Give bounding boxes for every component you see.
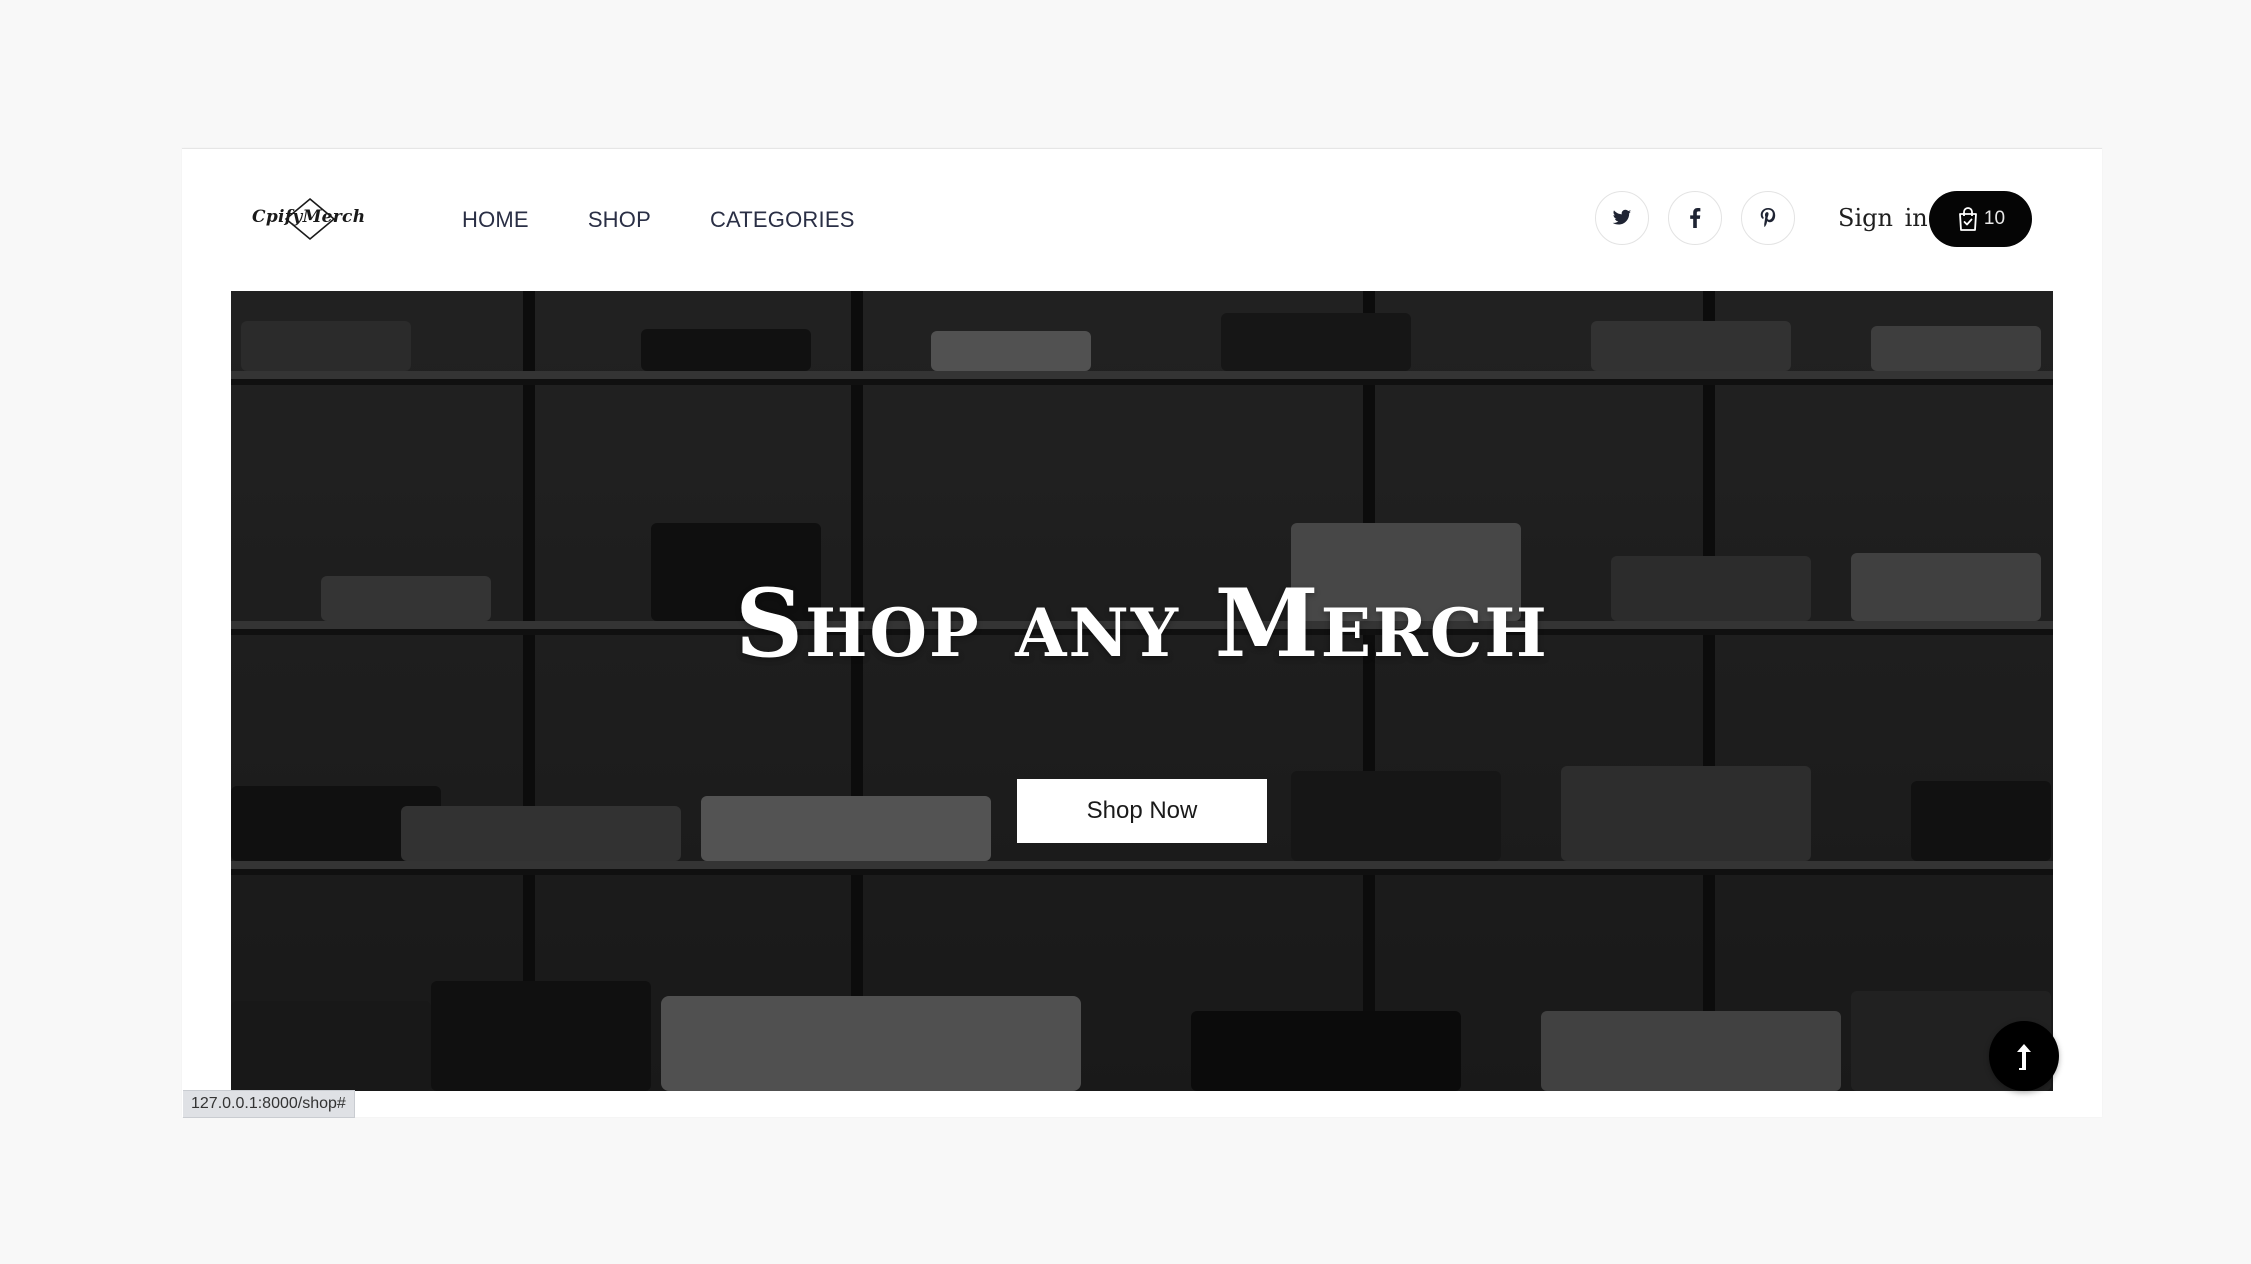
nav-home[interactable]: HOME [462,207,529,233]
cart-button[interactable]: 10 [1929,191,2032,247]
cart-count-badge: 10 [1983,208,2006,229]
facebook-icon [1690,208,1701,228]
scroll-to-top-button[interactable] [1989,1021,2059,1091]
shopping-bag-icon [1959,207,1977,231]
nav-shop[interactable]: SHOP [588,207,651,233]
shop-now-button[interactable]: Shop Now [1017,779,1267,843]
status-bar-url: 127.0.0.1:8000/shop# [183,1090,355,1118]
hero-title: Shop any Merch [735,569,1549,679]
browser-viewport: CpifyMerch HOME SHOP CATEGORIES Sign in … [182,148,2102,1118]
site-logo[interactable]: CpifyMerch [252,197,365,241]
pinterest-button[interactable] [1741,191,1795,245]
facebook-button[interactable] [1668,191,1722,245]
pinterest-icon [1760,208,1776,228]
hero-background-image [231,291,2053,1091]
twitter-button[interactable] [1595,191,1649,245]
main-nav: HOME SHOP CATEGORIES [462,207,914,233]
hero-banner: Shop any Merch Shop Now [231,291,2053,1091]
sign-in-link[interactable]: Sign in [1838,204,1928,232]
nav-categories[interactable]: CATEGORIES [710,207,855,233]
twitter-icon [1612,209,1632,225]
arrow-up-icon [2017,1044,2031,1070]
logo-text: CpifyMerch [252,207,366,227]
